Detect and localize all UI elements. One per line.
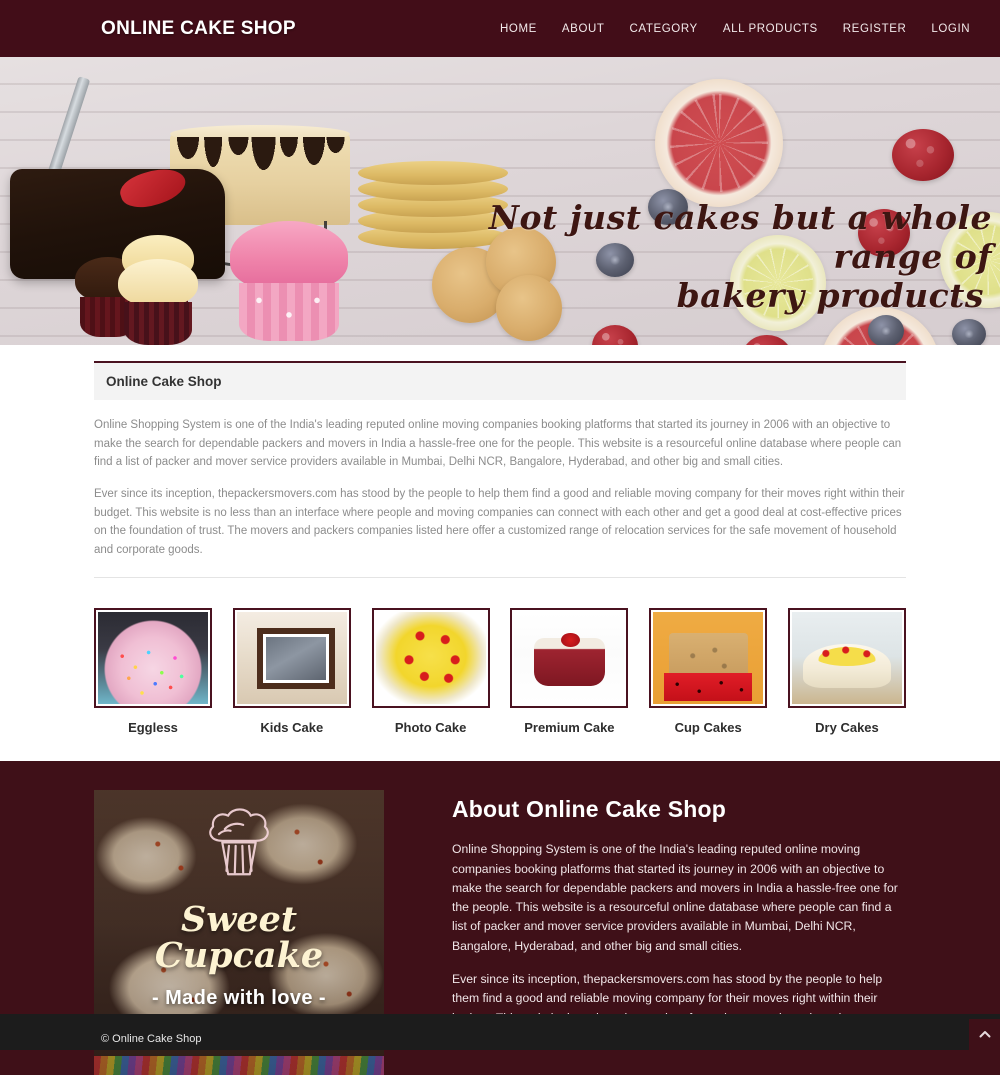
category-label: Dry Cakes [815, 720, 879, 736]
nav-item-login[interactable]: LOGIN [931, 23, 970, 35]
chevron-up-icon [979, 1031, 990, 1038]
premium-cake-image [514, 612, 625, 705]
main-navigation: HOME ABOUT CATEGORY ALL PRODUCTS REGISTE… [500, 23, 970, 35]
nav-item-home[interactable]: HOME [500, 23, 537, 35]
category-list: Eggless Kids Cake Photo Cake Premium Cak… [94, 608, 906, 735]
hero-banner: Not just cakes but a whole range of bake… [0, 57, 1000, 345]
category-card-premium-cake[interactable]: Premium Cake [510, 608, 629, 736]
hero-tagline: Not just cakes but a whole range of bake… [392, 198, 992, 316]
nav-item-category[interactable]: CATEGORY [630, 23, 698, 35]
section-divider [94, 577, 906, 579]
hero-tagline-line2: bakery products [676, 275, 984, 315]
site-footer: © Online Cake Shop [0, 1014, 1000, 1050]
dry-cakes-image [791, 612, 902, 705]
category-thumbnail[interactable] [787, 608, 906, 709]
cupcake-icon [118, 259, 198, 345]
intro-paragraph-1: Online Shopping System is one of the Ind… [94, 419, 902, 469]
category-thumbnail[interactable] [94, 608, 212, 709]
category-card-photo-cake[interactable]: Photo Cake [371, 608, 490, 736]
category-card-dry-cakes[interactable]: Dry Cakes [787, 608, 906, 736]
blueberry-icon [868, 315, 904, 345]
raspberry-icon [742, 335, 792, 345]
about-paragraph-1: Online Shopping System is one of the Ind… [452, 842, 898, 953]
hero-tagline-line1: Not just cakes but a whole range of [488, 198, 992, 276]
category-label: Eggless [128, 720, 178, 736]
nav-item-about[interactable]: ABOUT [562, 23, 605, 35]
blueberry-icon [952, 319, 986, 345]
category-label: Premium Cake [524, 720, 615, 736]
intro-paragraph-2: Ever since its inception, thepackersmove… [94, 487, 905, 556]
site-logo[interactable]: ONLINE CAKE SHOP [101, 18, 296, 40]
pink-cupcake-icon [230, 221, 348, 341]
page-title: Online Cake Shop [94, 361, 906, 400]
category-thumbnail[interactable] [232, 608, 351, 709]
category-label: Photo Cake [394, 720, 467, 736]
scroll-to-top-button[interactable] [969, 1019, 1000, 1050]
raspberry-icon [592, 325, 638, 345]
intro-panel: Online Cake Shop Online Shopping System … [94, 361, 906, 579]
category-card-kids-cake[interactable]: Kids Cake [232, 608, 351, 736]
cupcake-subtitle: - Made with love - [152, 986, 326, 1009]
nav-item-all-products[interactable]: ALL PRODUCTS [723, 23, 818, 35]
eggless-cake-image [98, 612, 208, 705]
category-label: Kids Cake [260, 720, 324, 736]
photo-cake-image [375, 612, 486, 705]
category-card-eggless[interactable]: Eggless [94, 608, 212, 735]
site-header: ONLINE CAKE SHOP HOME ABOUT CATEGORY ALL… [0, 0, 1000, 57]
cup-cakes-image [653, 612, 764, 705]
category-thumbnail[interactable] [510, 608, 629, 709]
cupcake-outline-icon [209, 808, 269, 876]
category-thumbnail[interactable] [371, 608, 490, 709]
about-heading: About Online Cake Shop [452, 796, 727, 823]
raspberry-icon [892, 129, 954, 181]
kids-cake-image [236, 612, 347, 705]
category-label: Cup Cakes [674, 720, 742, 736]
category-thumbnail[interactable] [649, 608, 768, 709]
main-content: Online Cake Shop Online Shopping System … [0, 345, 1000, 736]
cupcake-title-line2: Cupcake [154, 935, 324, 977]
grapefruit-slice-icon [655, 79, 783, 207]
category-card-cup-cakes[interactable]: Cup Cakes [649, 608, 768, 736]
nav-item-register[interactable]: REGISTER [843, 23, 907, 35]
copyright-text: © Online Cake Shop [101, 1033, 202, 1045]
